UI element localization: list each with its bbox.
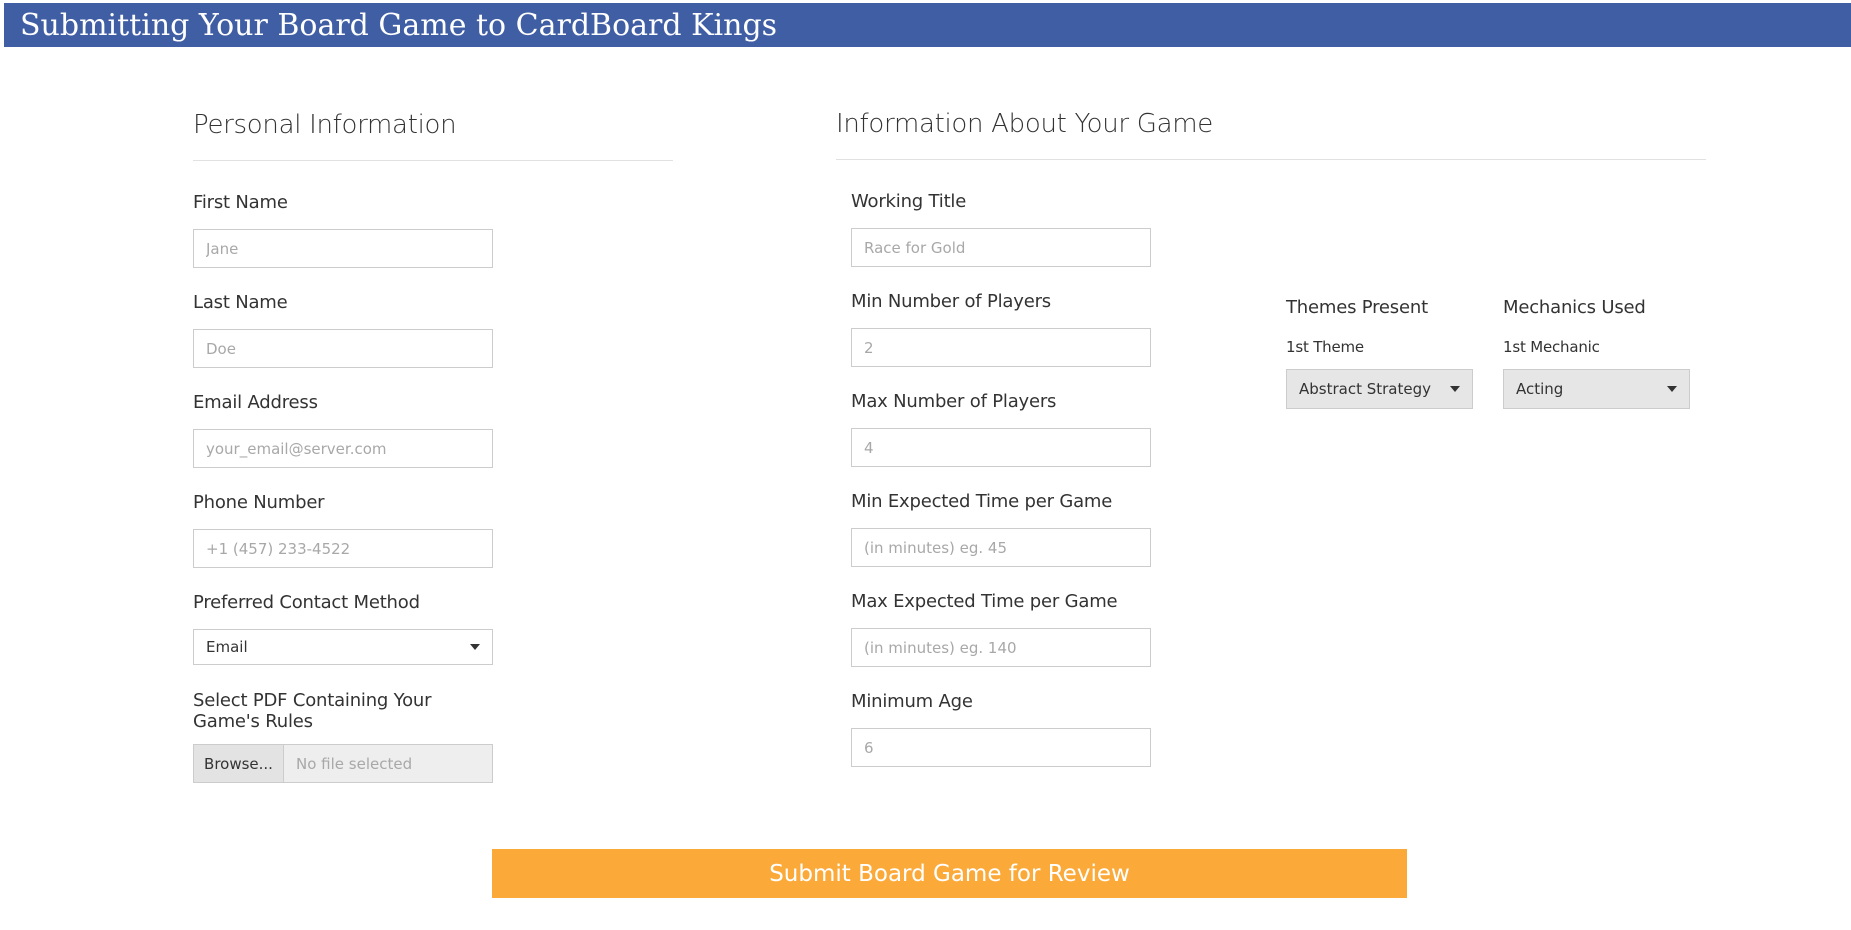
page-title: Submitting Your Board Game to CardBoard … [20, 8, 778, 43]
first-name-label: First Name [193, 192, 288, 213]
caret-down-icon [1667, 386, 1677, 392]
first-mechanic-value: Acting [1516, 380, 1564, 398]
contact-method-value: Email [206, 638, 248, 656]
rules-pdf-label: Select PDF Containing Your Game's Rules [193, 690, 432, 732]
contact-method-label: Preferred Contact Method [193, 592, 420, 613]
min-time-label: Min Expected Time per Game [851, 491, 1113, 512]
rules-pdf-file-input[interactable]: Browse... No file selected [193, 744, 493, 783]
max-players-label: Max Number of Players [851, 391, 1057, 412]
file-status-text: No file selected [296, 754, 413, 773]
min-time-input[interactable] [851, 528, 1151, 567]
first-theme-select[interactable]: Abstract Strategy [1286, 369, 1473, 409]
first-name-input[interactable] [193, 229, 493, 268]
mechanics-label: Mechanics Used [1503, 297, 1646, 318]
themes-label: Themes Present [1286, 297, 1428, 318]
min-age-label: Minimum Age [851, 691, 973, 712]
min-players-label: Min Number of Players [851, 291, 1051, 312]
max-time-input[interactable] [851, 628, 1151, 667]
personal-section-title: Personal Information [193, 110, 457, 140]
first-mechanic-label: 1st Mechanic [1503, 338, 1600, 356]
working-title-label: Working Title [851, 191, 967, 212]
email-input[interactable] [193, 429, 493, 468]
email-label: Email Address [193, 392, 318, 413]
last-name-input[interactable] [193, 329, 493, 368]
personal-section-divider [193, 160, 673, 161]
min-players-input[interactable] [851, 328, 1151, 367]
max-time-label: Max Expected Time per Game [851, 591, 1118, 612]
header-bar: Submitting Your Board Game to CardBoard … [4, 3, 1851, 47]
last-name-label: Last Name [193, 292, 288, 313]
submit-button[interactable]: Submit Board Game for Review [492, 849, 1407, 898]
max-players-input[interactable] [851, 428, 1151, 467]
phone-input[interactable] [193, 529, 493, 568]
contact-method-select[interactable]: Email [193, 629, 493, 665]
browse-button[interactable]: Browse... [194, 745, 284, 782]
caret-down-icon [1450, 386, 1460, 392]
phone-label: Phone Number [193, 492, 325, 513]
working-title-input[interactable] [851, 228, 1151, 267]
caret-down-icon [470, 644, 480, 650]
min-age-input[interactable] [851, 728, 1151, 767]
first-theme-value: Abstract Strategy [1299, 380, 1432, 398]
first-theme-label: 1st Theme [1286, 338, 1364, 356]
game-section-title: Information About Your Game [836, 109, 1213, 139]
game-section-divider [836, 159, 1706, 160]
first-mechanic-select[interactable]: Acting [1503, 369, 1690, 409]
